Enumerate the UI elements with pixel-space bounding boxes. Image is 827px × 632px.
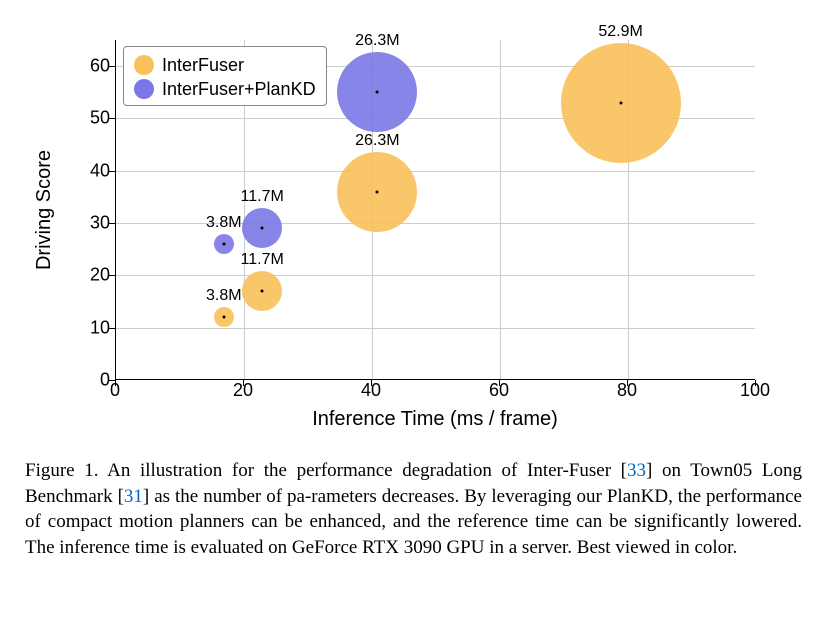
grid-line: [116, 328, 755, 329]
chart-container: Driving Score Inference Time (ms / frame…: [25, 20, 802, 440]
bubble-label: 26.3M: [355, 132, 399, 150]
caption-prefix: Figure 1.: [25, 460, 99, 481]
y-tick-label: 0: [70, 370, 110, 391]
data-point-center: [261, 227, 264, 230]
citation: 33: [627, 460, 646, 481]
x-tick-label: 80: [607, 380, 647, 401]
y-tick-label: 50: [70, 108, 110, 129]
bubble-label: 11.7M: [241, 188, 284, 206]
legend-item-interfuser-plankd: InterFuser+PlanKD: [134, 77, 316, 101]
data-point-center: [261, 290, 264, 293]
legend: InterFuser InterFuser+PlanKD: [123, 46, 327, 106]
figure-caption: Figure 1. An illustration for the perfor…: [25, 458, 802, 561]
y-tick-label: 40: [70, 160, 110, 181]
bubble-label: 11.7M: [241, 251, 284, 269]
grid-line: [116, 275, 755, 276]
data-point-center: [376, 91, 379, 94]
x-tick-label: 40: [351, 380, 391, 401]
bubble-label: 52.9M: [598, 23, 642, 41]
citation: 31: [124, 486, 143, 507]
legend-marker-icon: [134, 79, 154, 99]
bubble-label: 26.3M: [355, 32, 399, 50]
y-tick-label: 20: [70, 265, 110, 286]
grid-line: [116, 171, 755, 172]
y-axis-label: Driving Score: [33, 150, 56, 270]
legend-item-interfuser: InterFuser: [134, 53, 316, 77]
y-tick-label: 10: [70, 317, 110, 338]
data-point-center: [376, 190, 379, 193]
legend-label: InterFuser+PlanKD: [162, 77, 316, 101]
y-tick-label: 60: [70, 56, 110, 77]
bubble-label: 3.8M: [206, 214, 242, 232]
x-axis-label: Inference Time (ms / frame): [115, 408, 755, 431]
x-tick-label: 20: [223, 380, 263, 401]
data-point-center: [222, 316, 225, 319]
legend-label: InterFuser: [162, 53, 244, 77]
x-tick-label: 60: [479, 380, 519, 401]
caption-text: An illustration for the performance degr…: [107, 460, 627, 481]
data-point-center: [619, 101, 622, 104]
y-tick-label: 30: [70, 213, 110, 234]
legend-marker-icon: [134, 55, 154, 75]
x-tick-label: 100: [735, 380, 775, 401]
data-point-center: [222, 243, 225, 246]
bubble-label: 3.8M: [206, 287, 242, 305]
